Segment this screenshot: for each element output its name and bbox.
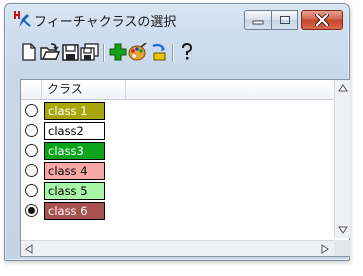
column-header-class[interactable]: クラス [42, 80, 126, 99]
minimize-icon [252, 20, 264, 25]
scroll-up-icon [337, 84, 348, 92]
save-all-icon [80, 43, 99, 61]
save-icon [61, 43, 79, 61]
list-item[interactable]: class 1 [21, 101, 334, 121]
toolbar-separator [103, 44, 104, 62]
help-icon [182, 43, 193, 60]
feature-class-icon [13, 10, 31, 28]
radio-button[interactable] [25, 204, 38, 217]
list-item[interactable]: class 6 [21, 201, 334, 221]
help-button[interactable] [177, 42, 197, 62]
toolbar [19, 42, 319, 64]
open-button[interactable] [40, 42, 60, 62]
close-button[interactable] [301, 10, 343, 30]
close-icon [315, 14, 329, 26]
list-item[interactable]: class2 [21, 121, 334, 141]
scroll-down-icon [337, 226, 348, 234]
class-swatch[interactable]: class2 [44, 122, 105, 140]
palette-icon [128, 43, 147, 61]
new-file-icon [22, 43, 36, 61]
scroll-left-button[interactable] [21, 241, 37, 256]
add-class-button[interactable] [108, 42, 128, 62]
radio-button[interactable] [25, 104, 38, 117]
size-grip[interactable] [334, 240, 350, 256]
paint-bucket-icon [152, 43, 166, 61]
window-title: フィーチャクラスの選択 [34, 15, 177, 30]
class-list[interactable]: クラス class 1 class2 class3 class 4 class … [20, 79, 350, 257]
class-swatch[interactable]: class 1 [44, 102, 105, 120]
scroll-left-icon [25, 243, 33, 254]
radio-button[interactable] [25, 144, 38, 157]
maximize-icon [279, 16, 290, 24]
scroll-up-button[interactable] [335, 80, 350, 96]
list-header: クラス [21, 80, 334, 100]
class-swatch[interactable]: class 4 [44, 162, 105, 180]
color-settings-button[interactable] [128, 42, 148, 62]
radio-button[interactable] [25, 124, 38, 137]
toolbar-separator [172, 44, 173, 62]
scroll-right-icon [321, 243, 329, 254]
new-button[interactable] [19, 42, 39, 62]
list-item[interactable]: class 4 [21, 161, 334, 181]
list-item[interactable]: class3 [21, 141, 334, 161]
maximize-button[interactable] [271, 10, 298, 30]
class-swatch[interactable]: class3 [44, 142, 105, 160]
vertical-scrollbar[interactable] [334, 80, 350, 238]
scroll-down-button[interactable] [335, 222, 350, 238]
scroll-right-button[interactable] [317, 241, 333, 256]
list-item[interactable]: class 5 [21, 181, 334, 201]
save-all-button[interactable] [80, 42, 100, 62]
open-folder-icon [40, 43, 60, 60]
dialog-window: フィーチャクラスの選択 クラス class 1 class2 class3 cl… [4, 3, 350, 261]
class-swatch[interactable]: class 5 [44, 182, 105, 200]
fill-button[interactable] [149, 42, 169, 62]
save-button[interactable] [60, 42, 80, 62]
horizontal-scrollbar[interactable] [21, 240, 334, 256]
radio-button[interactable] [25, 164, 38, 177]
title-bar[interactable]: フィーチャクラスの選択 [5, 4, 349, 34]
add-icon [109, 43, 127, 61]
class-swatch[interactable]: class 6 [44, 202, 105, 220]
radio-button[interactable] [25, 184, 38, 197]
minimize-button[interactable] [244, 10, 272, 30]
column-header-select[interactable] [21, 80, 42, 99]
